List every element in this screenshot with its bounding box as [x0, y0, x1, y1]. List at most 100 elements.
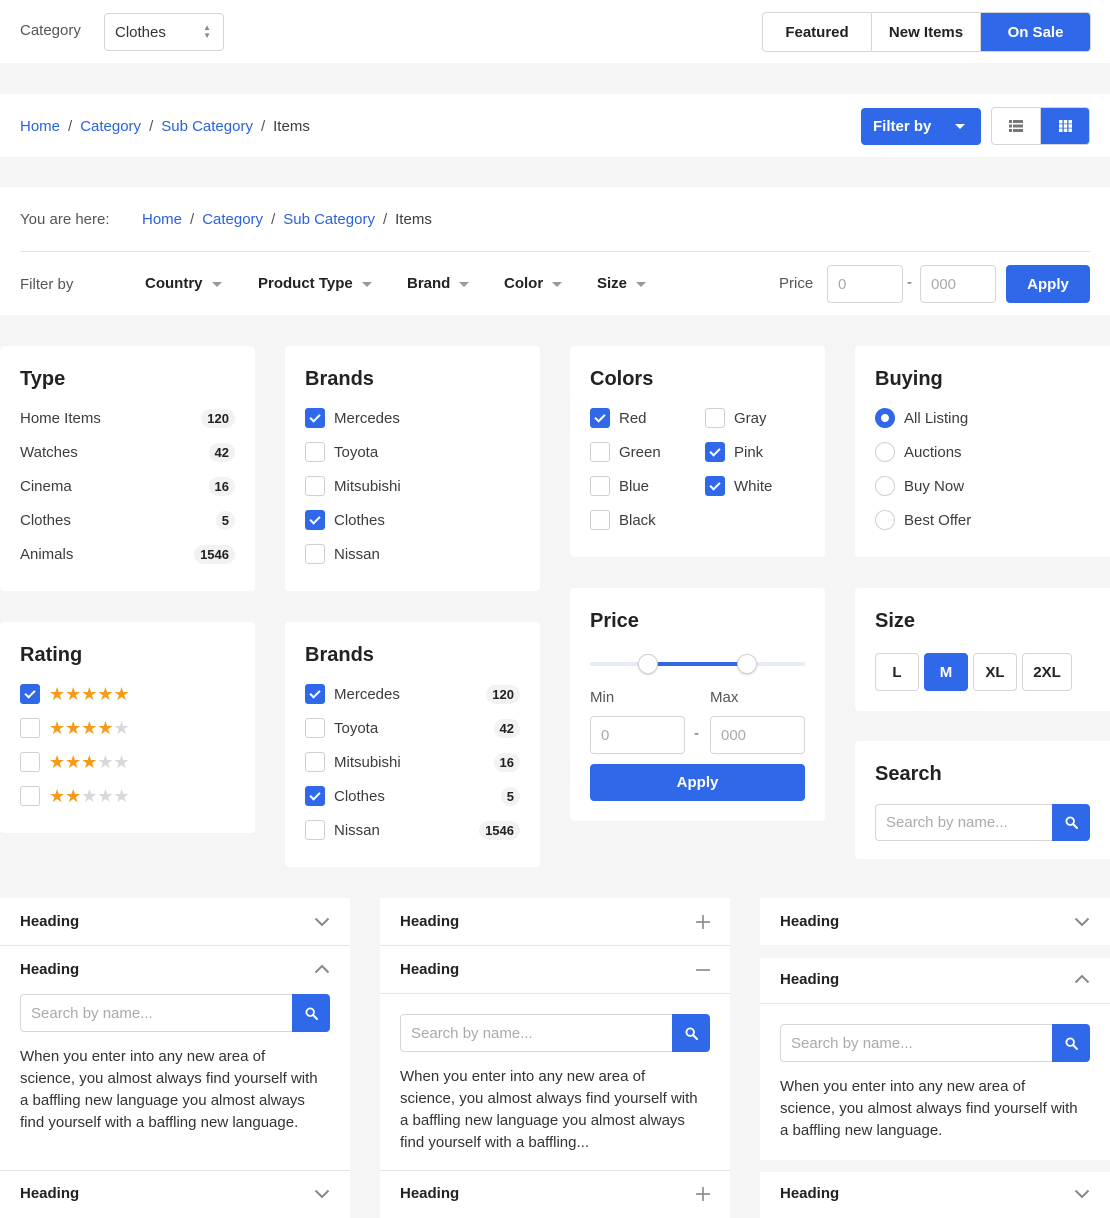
- checkbox[interactable]: [20, 718, 40, 738]
- checkbox[interactable]: [305, 786, 325, 806]
- search-button[interactable]: [1052, 804, 1090, 841]
- chevron-down-icon[interactable]: [314, 1189, 330, 1199]
- chevron-up-icon[interactable]: [1074, 974, 1090, 984]
- chevron-down-icon[interactable]: [1074, 917, 1090, 927]
- price-slider-max-handle[interactable]: [736, 654, 757, 674]
- color-option-white[interactable]: White: [705, 476, 772, 496]
- checkbox[interactable]: [305, 684, 325, 704]
- accordion-heading[interactable]: Heading: [20, 913, 79, 930]
- price-slider-min-handle[interactable]: [638, 654, 659, 674]
- rating-option-2[interactable]: ★★★★★: [20, 786, 130, 806]
- checkbox[interactable]: [590, 476, 610, 496]
- brand-option[interactable]: Toyota 42: [305, 718, 520, 738]
- rating-option-3[interactable]: ★★★★★: [20, 752, 130, 772]
- checkbox[interactable]: [305, 476, 325, 496]
- buying-option[interactable]: Best Offer: [875, 510, 971, 530]
- checkbox[interactable]: [305, 718, 325, 738]
- buying-option[interactable]: Buy Now: [875, 476, 964, 496]
- list-view-button[interactable]: [992, 108, 1041, 144]
- accordion-heading[interactable]: Heading: [400, 1185, 459, 1202]
- buying-option[interactable]: All Listing: [875, 408, 968, 428]
- price-max-input[interactable]: 000: [920, 265, 996, 303]
- filter-product-type[interactable]: Product Type: [258, 275, 372, 292]
- color-option-black[interactable]: Black: [590, 510, 656, 530]
- checkbox[interactable]: [20, 752, 40, 772]
- filter-size[interactable]: Size: [597, 275, 647, 292]
- radio[interactable]: [875, 510, 895, 530]
- checkbox[interactable]: [305, 442, 325, 462]
- buying-option[interactable]: Auctions: [875, 442, 962, 462]
- accordion-heading[interactable]: Heading: [400, 913, 459, 930]
- brand-option[interactable]: Toyota: [305, 442, 378, 462]
- breadcrumb-category[interactable]: Category: [202, 211, 263, 228]
- checkbox[interactable]: [305, 820, 325, 840]
- checkbox[interactable]: [590, 442, 610, 462]
- type-item[interactable]: Animals 1546: [20, 544, 235, 564]
- checkbox[interactable]: [305, 408, 325, 428]
- size-2xl-button[interactable]: 2XL: [1022, 653, 1072, 691]
- filter-brand[interactable]: Brand: [407, 275, 470, 292]
- color-option-blue[interactable]: Blue: [590, 476, 649, 496]
- apply-button[interactable]: Apply: [590, 764, 805, 801]
- search-button[interactable]: [672, 1014, 710, 1052]
- chevron-down-icon[interactable]: [314, 917, 330, 927]
- minus-icon[interactable]: [695, 962, 711, 978]
- search-button[interactable]: [292, 994, 330, 1032]
- color-option-red[interactable]: Red: [590, 408, 647, 428]
- price-min-input[interactable]: 0: [827, 265, 903, 303]
- brand-option[interactable]: Mitsubishi: [305, 476, 401, 496]
- filter-by-button[interactable]: Filter by: [861, 108, 981, 145]
- brand-option[interactable]: Nissan 1546: [305, 820, 520, 840]
- accordion-heading[interactable]: Heading: [20, 961, 79, 978]
- size-m-button[interactable]: M: [924, 653, 968, 691]
- radio[interactable]: [875, 442, 895, 462]
- chevron-up-icon[interactable]: [314, 964, 330, 974]
- checkbox[interactable]: [705, 442, 725, 462]
- color-option-gray[interactable]: Gray: [705, 408, 767, 428]
- filter-color[interactable]: Color: [504, 275, 563, 292]
- breadcrumb-sub-category[interactable]: Sub Category: [161, 118, 253, 135]
- checkbox[interactable]: [305, 544, 325, 564]
- size-xl-button[interactable]: XL: [973, 653, 1017, 691]
- grid-view-button[interactable]: [1041, 108, 1089, 144]
- checkbox[interactable]: [705, 408, 725, 428]
- checkbox[interactable]: [305, 752, 325, 772]
- checkbox[interactable]: [590, 510, 610, 530]
- rating-option-4[interactable]: ★★★★★: [20, 718, 130, 738]
- category-select[interactable]: Clothes ▲ ▼: [104, 13, 224, 51]
- apply-button[interactable]: Apply: [1006, 265, 1090, 303]
- search-input[interactable]: Search by name...: [20, 994, 293, 1032]
- checkbox[interactable]: [20, 684, 40, 704]
- radio[interactable]: [875, 408, 895, 428]
- tab-on-sale[interactable]: On Sale: [981, 13, 1090, 51]
- min-price-input[interactable]: 0: [590, 716, 685, 754]
- accordion-heading[interactable]: Heading: [780, 971, 839, 988]
- breadcrumb-category[interactable]: Category: [80, 118, 141, 135]
- accordion-heading[interactable]: Heading: [780, 1185, 839, 1202]
- type-item[interactable]: Clothes 5: [20, 510, 235, 530]
- brand-option[interactable]: Mercedes 120: [305, 684, 520, 704]
- checkbox[interactable]: [20, 786, 40, 806]
- color-option-green[interactable]: Green: [590, 442, 661, 462]
- accordion-heading[interactable]: Heading: [780, 913, 839, 930]
- brand-option[interactable]: Clothes 5: [305, 786, 520, 806]
- color-option-pink[interactable]: Pink: [705, 442, 763, 462]
- max-price-input[interactable]: 000: [710, 716, 805, 754]
- checkbox[interactable]: [305, 510, 325, 530]
- tab-new-items[interactable]: New Items: [872, 13, 981, 51]
- search-input[interactable]: Search by name...: [780, 1024, 1053, 1062]
- filter-country[interactable]: Country: [145, 275, 222, 292]
- checkbox[interactable]: [590, 408, 610, 428]
- accordion-heading[interactable]: Heading: [400, 961, 459, 978]
- breadcrumb-home[interactable]: Home: [142, 211, 182, 228]
- breadcrumb-home[interactable]: Home: [20, 118, 60, 135]
- chevron-down-icon[interactable]: [1074, 1189, 1090, 1199]
- rating-option-5[interactable]: ★★★★★: [20, 684, 130, 704]
- accordion-heading[interactable]: Heading: [20, 1185, 79, 1202]
- brand-option[interactable]: Clothes: [305, 510, 385, 530]
- plus-icon[interactable]: [695, 914, 711, 930]
- brand-option[interactable]: Mercedes: [305, 408, 400, 428]
- type-item[interactable]: Cinema 16: [20, 476, 235, 496]
- breadcrumb-sub-category[interactable]: Sub Category: [283, 211, 375, 228]
- size-l-button[interactable]: L: [875, 653, 919, 691]
